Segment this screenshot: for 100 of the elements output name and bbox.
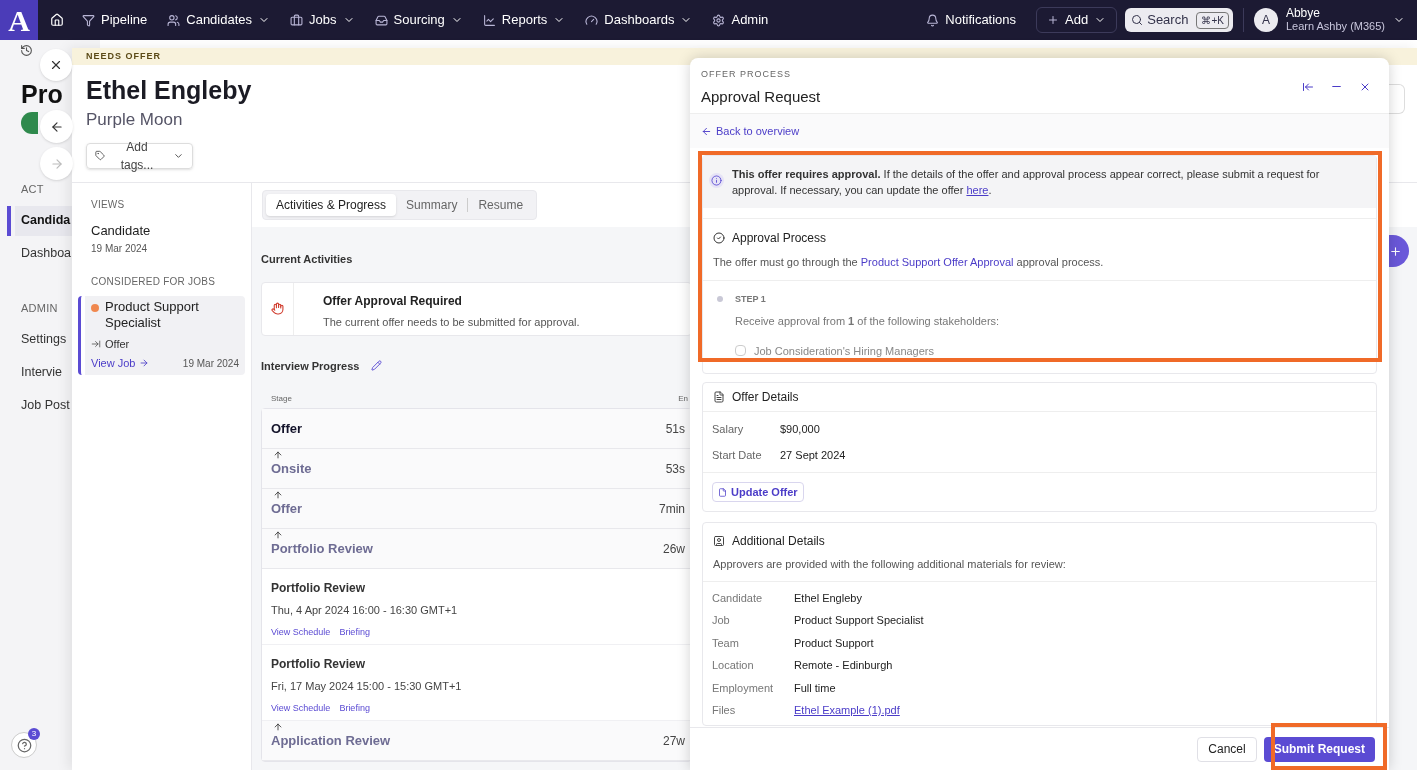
field-value: 27 Sept 2024 [780,447,846,463]
stage-label: Offer [105,336,130,352]
activity-title: Offer Approval Required [323,292,463,310]
field-label: Employment [712,680,775,696]
nav-menu-item[interactable]: Pipeline [72,4,158,36]
stage-duration: 51s [665,420,685,438]
nav-menu-item[interactable]: Admin [702,4,779,36]
arrow-up-icon [273,450,283,460]
page-title: Pro [21,82,63,107]
interview-link[interactable]: Briefing [339,701,370,715]
view-title: Candidate [91,222,152,240]
briefcase-icon [290,13,304,27]
tab[interactable]: Resume [468,194,534,216]
section-heading: CONSIDERED FOR JOBS [90,274,217,289]
nav-menu-item[interactable]: Jobs [280,4,365,36]
section-title: Additional Details [732,533,825,550]
search-button[interactable]: Search ⌘+K [1125,8,1233,32]
column-header: Stage [271,393,292,405]
nav-menu-item[interactable]: Sourcing [364,4,473,36]
field-label: Salary [712,422,745,437]
dock-button[interactable] [1302,80,1314,93]
tab[interactable]: Activities & Progress [266,194,397,216]
nav-menu-item[interactable]: Candidates [157,4,281,36]
update-offer-button[interactable]: Update Offer [712,482,804,502]
stage-duration: 26w [663,540,685,558]
stage-row[interactable]: Offer 7min [262,489,691,529]
checkbox[interactable] [735,345,746,357]
submit-request-button[interactable]: Submit Request [1263,736,1375,762]
sidebar-item[interactable]: Job Post [0,390,72,420]
approval-description: The offer must go through the Product Support Offer Approval approval process. [713,255,1105,270]
tag-icon [95,150,105,161]
plus-icon [1047,14,1060,26]
column-header: En [678,393,688,405]
nav-menu-item[interactable]: Dashboards [575,4,703,36]
interview-link[interactable]: View Schedule [271,625,331,639]
panel-eyebrow: OFFER PROCESS [701,68,792,81]
sidebar-item[interactable]: Candida [7,205,72,236]
info-icon [709,173,724,188]
field-label: Candidate [712,590,764,606]
section-heading: ADMIN [21,300,58,316]
gear-icon [712,13,726,27]
company-name: Purple Moon [86,109,183,131]
sidebar-item[interactable]: Settings [0,324,72,354]
add-button[interactable]: Add [1036,7,1118,33]
stage-row[interactable]: Application Review 27w [262,721,691,761]
document-icon [713,391,725,403]
stage-name: Offer [271,499,303,518]
interview-title: Portfolio Review [271,580,366,597]
logo[interactable]: A [0,0,38,40]
organization-name: Learn Ashby (M365) [1285,20,1385,33]
arrow-right-icon [139,358,150,369]
field-label: Start Date [712,447,763,463]
stage-row[interactable]: Offer 51s [262,409,691,449]
nav-menu-item[interactable]: Reports [472,4,576,36]
home-button[interactable] [50,13,64,27]
job-card[interactable]: Product Support Specialist Offer View Job 19 Mar 2024 [78,295,245,375]
contact-card-icon [713,535,725,547]
approval-process-link[interactable]: Product Support Offer Approval [860,256,1014,268]
interview-time: Fri, 17 May 2024 15:00 - 15:30 GMT+1 [271,679,463,694]
plus-icon [1389,244,1402,258]
stage-duration: 27w [663,732,685,750]
help-button[interactable] [11,732,37,758]
field-value: Full time [794,680,836,696]
sidebar-item[interactable]: Dashboa [0,238,72,269]
notifications-button[interactable]: Notifications [918,10,1025,30]
file-link[interactable]: Ethel Example (1).pdf [794,702,900,719]
field-value: Product Support [794,635,874,651]
cancel-button[interactable]: Cancel [1197,736,1257,762]
section-title: Interview Progress [261,358,360,374]
back-link[interactable]: Back to overview [701,122,800,140]
interview-title: Portfolio Review [271,656,366,673]
section-title: Current Activities [261,252,354,267]
stage-duration: 7min [659,500,685,518]
field-label: Team [712,635,740,651]
history-icon [20,44,33,57]
section-title: Approval Process [732,230,827,247]
field-value: $90,000 [780,422,820,437]
view-job-link[interactable]: View Job [91,355,150,372]
sidebar-item[interactable]: Intervie [0,357,72,387]
stage-row[interactable]: Onsite 53s [262,449,691,489]
section-title: Offer Details [732,389,799,406]
notice-text: This offer requires approval. If the details of the offer and approval process appear correct, please submit a request for approval. If necessary, you can update the offer here. [732,167,1321,198]
user-avatar[interactable]: A [1253,8,1278,32]
home-icon [50,13,64,27]
arrow-up-icon [273,490,283,500]
arrow-up-icon [273,722,283,732]
filter-icon [82,13,95,27]
job-date: 19 Mar 2024 [182,356,239,371]
interview-link[interactable]: Briefing [339,625,370,639]
stage-row[interactable]: Portfolio Review 26w [262,529,691,569]
pencil-icon [371,360,383,372]
interview-link[interactable]: View Schedule [271,701,331,715]
section-heading: VIEWS [90,198,126,212]
arrow-left-icon [701,125,712,137]
candidate-name: Ethel Engleby [86,75,252,106]
field-label: Location [712,658,755,673]
activity-card[interactable]: Offer Approval Required The current offer needs to be submitted for approval. [261,281,692,336]
view-date: 19 Mar 2024 [91,241,149,256]
view-item[interactable]: Candidate 19 Mar 2024 [72,212,251,256]
tab[interactable]: Summary [396,194,468,216]
